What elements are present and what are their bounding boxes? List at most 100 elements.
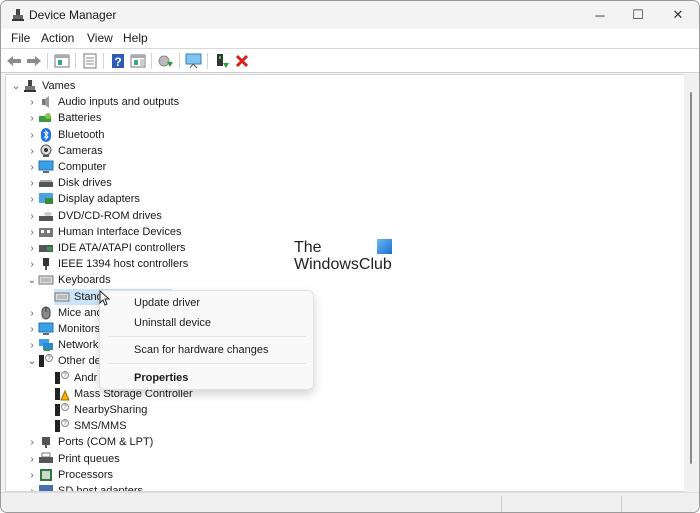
uninstall-device-button[interactable]	[233, 52, 251, 70]
console-tree-button[interactable]	[53, 52, 71, 70]
forward-button[interactable]	[25, 52, 43, 70]
action-pane-icon	[130, 54, 146, 68]
forward-icon	[27, 56, 41, 66]
properties-icon	[83, 53, 97, 69]
tree-category-16[interactable]: › Ports (COM & LPT)	[26, 434, 153, 450]
chevron-right-icon[interactable]: ›	[26, 483, 38, 492]
toolbar-separator	[47, 53, 48, 69]
tree-category-8[interactable]: › Human Interface Devices	[26, 224, 182, 240]
chevron-right-icon[interactable]: ›	[26, 208, 38, 224]
svg-text:?: ?	[114, 55, 121, 69]
tree-device-15-2[interactable]: ? NearbySharing	[54, 402, 147, 418]
tree-item-label: IEEE 1394 host controllers	[58, 258, 189, 270]
tree-category-11[interactable]: ⌄ Keyboards	[26, 272, 111, 288]
ide-controller-icon	[38, 241, 54, 255]
tree-device-15-0[interactable]: ? Andr	[54, 370, 97, 386]
context-uninstall-device[interactable]: Uninstall device	[134, 317, 211, 329]
chevron-down-icon[interactable]: ⌄	[26, 353, 38, 369]
context-scan-hardware[interactable]: Scan for hardware changes	[134, 344, 269, 356]
chevron-right-icon[interactable]: ›	[26, 175, 38, 191]
unknown-device-icon: ?	[54, 371, 70, 385]
chevron-right-icon[interactable]: ›	[26, 224, 38, 240]
unknown-device-icon: ?	[54, 419, 70, 433]
tree-category-18[interactable]: › Processors	[26, 467, 113, 483]
tree-category-15[interactable]: ⌄? Other de	[26, 353, 101, 369]
chevron-right-icon[interactable]: ›	[26, 191, 38, 207]
tree-item-label: Bluetooth	[58, 129, 105, 141]
tree-category-19[interactable]: › SD host adapters	[26, 483, 143, 492]
vertical-scrollbar[interactable]	[684, 74, 698, 492]
tree-category-6[interactable]: › Display adapters	[26, 191, 140, 207]
tree-category-17[interactable]: › Print queues	[26, 451, 120, 467]
chevron-right-icon[interactable]: ›	[26, 337, 38, 353]
chevron-down-icon[interactable]: ⌄	[26, 272, 38, 288]
scrollbar-thumb[interactable]	[690, 92, 692, 464]
action-pane-button[interactable]	[129, 52, 147, 70]
tree-category-5[interactable]: › Disk drives	[26, 175, 111, 191]
tree-category-12[interactable]: › Mice anc	[26, 305, 102, 321]
toolbar-separator	[75, 53, 76, 69]
context-properties[interactable]: Properties	[134, 372, 188, 384]
tree-category-10[interactable]: › IEEE 1394 host controllers	[26, 256, 188, 272]
watermark-line2: WindowsClub	[294, 256, 392, 273]
bluetooth-icon	[38, 128, 54, 142]
chevron-right-icon[interactable]: ›	[26, 94, 38, 110]
chevron-right-icon[interactable]: ›	[26, 467, 38, 483]
close-button[interactable]: ✕	[655, 1, 699, 29]
device-manager-app-icon	[12, 9, 24, 21]
tree-item-label: Mice anc	[58, 307, 103, 319]
toolbar-separator	[151, 53, 152, 69]
menu-help[interactable]: Help	[123, 31, 148, 45]
status-divider	[501, 496, 502, 512]
context-update-driver[interactable]: Update driver	[134, 297, 200, 309]
tree-category-7[interactable]: › DVD/CD-ROM drives	[26, 208, 162, 224]
tree-item-label: Andr	[74, 372, 98, 384]
windows-logo-icon	[377, 239, 392, 254]
display-adapter-icon	[38, 192, 54, 206]
chevron-right-icon[interactable]: ›	[26, 240, 38, 256]
tree-item-label: Other de	[58, 355, 101, 367]
menu-file[interactable]: File	[11, 31, 30, 45]
device-tree[interactable]: ⌄ Vames › Audio inputs and outputs › Batter…	[5, 74, 685, 492]
menu-bar: File Action View Help	[1, 29, 699, 49]
scan-hardware-button[interactable]	[185, 52, 203, 70]
menu-action[interactable]: Action	[41, 31, 74, 45]
tree-item-label: Processors	[58, 469, 114, 481]
tree-category-14[interactable]: › Network	[26, 337, 98, 353]
keyboard-icon	[38, 273, 54, 287]
tree-item-label: Audio inputs and outputs	[58, 96, 180, 108]
chevron-down-icon[interactable]: ⌄	[10, 78, 22, 94]
tree-category-13[interactable]: › Monitors	[26, 321, 100, 337]
properties-button[interactable]	[81, 52, 99, 70]
tree-category-3[interactable]: › Cameras	[26, 143, 103, 159]
window-title: Device Manager	[29, 8, 117, 22]
disk-drive-icon	[38, 176, 54, 190]
chevron-right-icon[interactable]: ›	[26, 305, 38, 321]
tree-item-label: Batteries	[58, 112, 102, 124]
tree-category-9[interactable]: › IDE ATA/ATAPI controllers	[26, 240, 185, 256]
monitor-icon	[38, 322, 54, 336]
tree-item-label: Human Interface Devices	[58, 226, 182, 238]
tree-category-1[interactable]: › Batteries	[26, 110, 101, 126]
chevron-right-icon[interactable]: ›	[26, 143, 38, 159]
tree-category-4[interactable]: › Computer	[26, 159, 106, 175]
tree-item-label: Cameras	[58, 145, 103, 157]
chevron-right-icon[interactable]: ›	[26, 321, 38, 337]
scan-hardware-icon	[185, 53, 202, 69]
chevron-right-icon[interactable]: ›	[26, 256, 38, 272]
menu-view[interactable]: View	[87, 31, 113, 45]
chevron-right-icon[interactable]: ›	[26, 110, 38, 126]
tree-device-15-3[interactable]: ? SMS/MMS	[54, 418, 127, 434]
update-driver-button[interactable]	[157, 52, 175, 70]
tree-category-2[interactable]: › Bluetooth	[26, 127, 104, 143]
help-button[interactable]: ?	[109, 52, 127, 70]
chevron-right-icon[interactable]: ›	[26, 434, 38, 450]
chevron-right-icon[interactable]: ›	[26, 127, 38, 143]
chevron-right-icon[interactable]: ›	[26, 159, 38, 175]
back-button[interactable]	[5, 52, 23, 70]
tree-category-0[interactable]: › Audio inputs and outputs	[26, 94, 179, 110]
tree-root[interactable]: ⌄ Vames	[10, 78, 75, 94]
enable-device-button[interactable]	[213, 52, 231, 70]
chevron-right-icon[interactable]: ›	[26, 451, 38, 467]
enable-device-icon	[217, 54, 229, 68]
